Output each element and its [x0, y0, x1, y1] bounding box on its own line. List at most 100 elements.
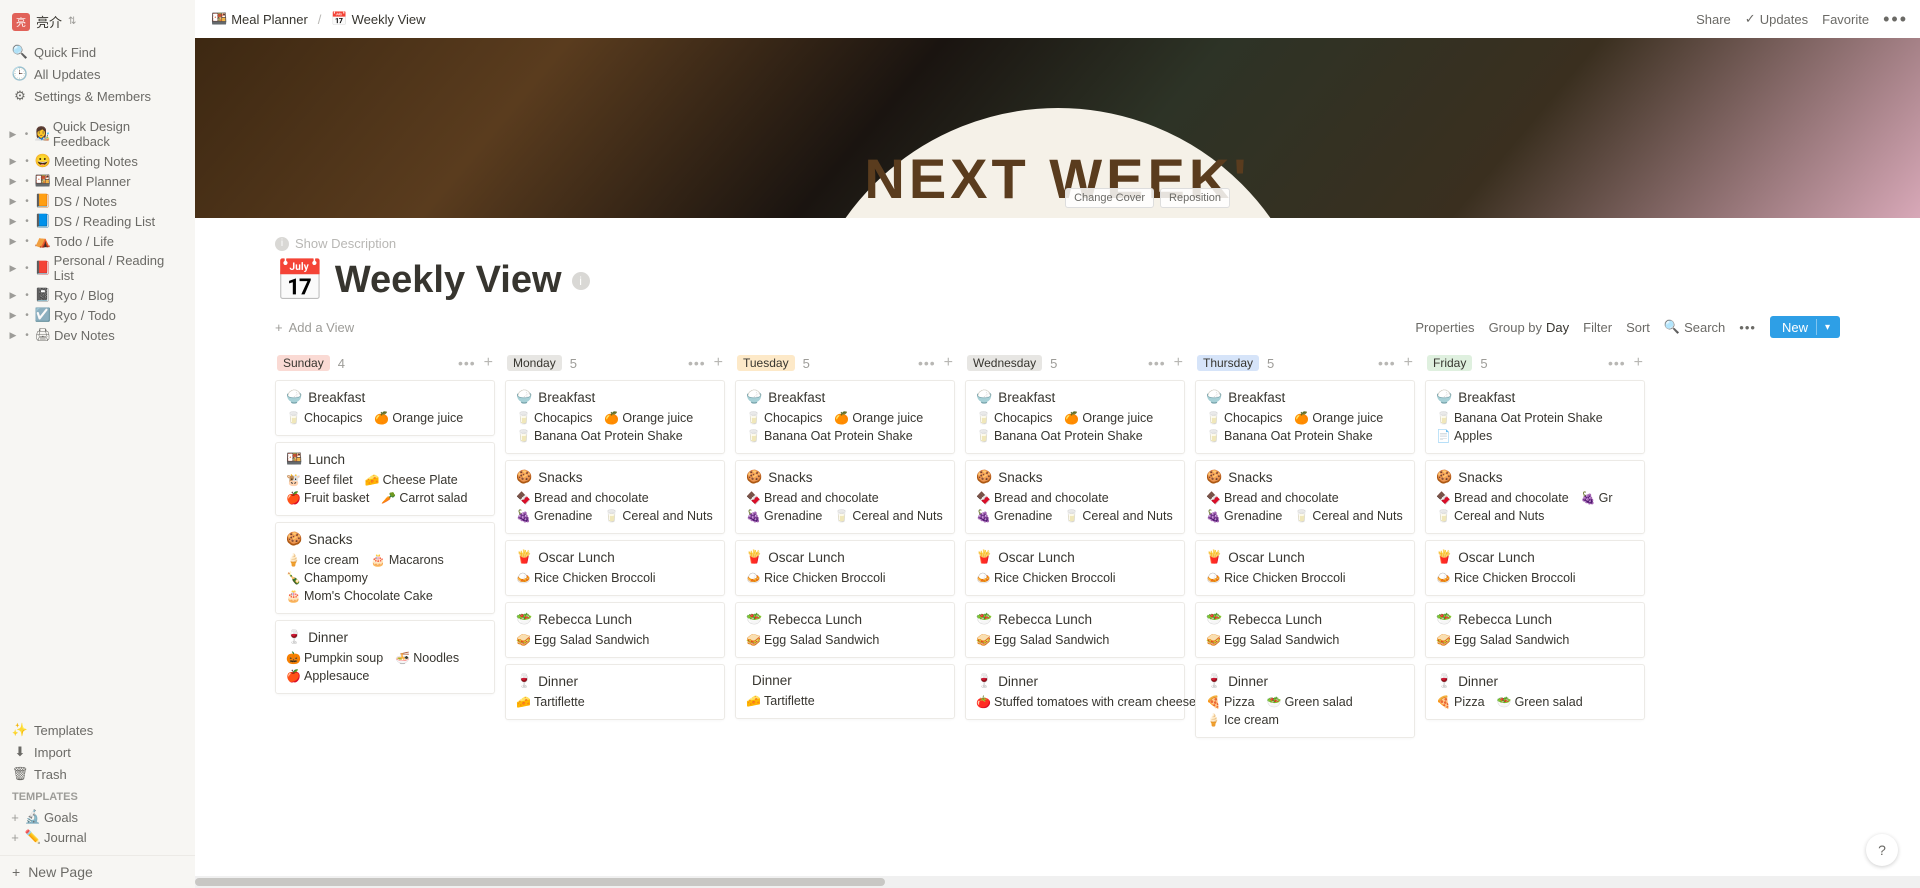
- breadcrumb-item[interactable]: 📅Weekly View: [327, 9, 429, 29]
- plus-icon[interactable]: +: [8, 810, 22, 825]
- show-description-button[interactable]: i Show Description: [275, 236, 1840, 251]
- board-card[interactable]: 🍚Breakfast🥛Chocapics🍊Orange juice🥛Banana…: [735, 380, 955, 454]
- sidebar-templates[interactable]: ✨Templates: [0, 719, 195, 741]
- board-card[interactable]: 🥗Rebecca Lunch🥪Egg Salad Sandwich: [965, 602, 1185, 658]
- cover-image[interactable]: NEXT WEEK' Change Cover Reposition: [195, 38, 1920, 218]
- help-button[interactable]: ?: [1866, 834, 1898, 866]
- board-card[interactable]: 🍪Snacks🍫Bread and chocolate🍇Grenadine🥛Ce…: [965, 460, 1185, 534]
- sidebar-page[interactable]: ▶•👩‍🎨Quick Design Feedback: [0, 117, 195, 151]
- add-card-button[interactable]: +: [714, 354, 723, 372]
- new-button[interactable]: New ▾: [1770, 316, 1840, 338]
- board-card[interactable]: 🍪Snacks🍫Bread and chocolate🍇Grenadine🥛Ce…: [735, 460, 955, 534]
- board-card[interactable]: 🍚Breakfast🥛Chocapics🍊Orange juice🥛Banana…: [965, 380, 1185, 454]
- board-card[interactable]: 🍷Dinner🎃Pumpkin soup🍜Noodles🍎Applesauce: [275, 620, 495, 694]
- new-page-button[interactable]: + New Page: [0, 855, 195, 888]
- sidebar-quick-find[interactable]: 🔍Quick Find: [0, 41, 195, 63]
- board-card[interactable]: 🍟Oscar Lunch🍛Rice Chicken Broccoli: [1425, 540, 1645, 596]
- caret-icon[interactable]: ▶: [6, 330, 20, 341]
- sidebar-page[interactable]: ▶•😀Meeting Notes: [0, 151, 195, 171]
- more-icon[interactable]: •••: [1148, 355, 1166, 371]
- caret-icon[interactable]: ▶: [6, 310, 20, 321]
- board-card[interactable]: 🍪Snacks🍫Bread and chocolate🍇Grenadine🥛Ce…: [505, 460, 725, 534]
- day-tag[interactable]: Sunday: [277, 355, 330, 371]
- board-card[interactable]: 🍱Lunch🐮Beef filet🧀Cheese Plate🍎Fruit bas…: [275, 442, 495, 516]
- board-card[interactable]: 🍚Breakfast🥛Chocapics🍊Orange juice: [275, 380, 495, 436]
- sidebar-template-page[interactable]: +🔬Goals: [0, 807, 195, 827]
- sidebar-import[interactable]: ⬇Import: [0, 741, 195, 763]
- more-icon[interactable]: •••: [1739, 320, 1756, 335]
- workspace-switcher[interactable]: 亮 亮介 ⇅: [0, 8, 195, 35]
- day-tag[interactable]: Wednesday: [967, 355, 1042, 371]
- page-icon[interactable]: 📅: [275, 257, 325, 304]
- board-card[interactable]: 🍚Breakfast🥛Chocapics🍊Orange juice🥛Banana…: [505, 380, 725, 454]
- caret-icon[interactable]: ▶: [6, 156, 20, 167]
- board-card[interactable]: 🍷Dinner🍅Stuffed tomatoes with cream chee…: [965, 664, 1185, 720]
- sidebar-page[interactable]: ▶•📘DS / Reading List: [0, 211, 195, 231]
- board-card[interactable]: 🍪Snacks🍦Ice cream🎂Macarons🍾Champomy🎂Mom'…: [275, 522, 495, 614]
- sidebar-page[interactable]: ▶•📕Personal / Reading List: [0, 251, 195, 285]
- board-card[interactable]: 🥗Rebecca Lunch🥪Egg Salad Sandwich: [1195, 602, 1415, 658]
- caret-icon[interactable]: ▶: [6, 176, 20, 187]
- board-card[interactable]: 🥗Rebecca Lunch🥪Egg Salad Sandwich: [735, 602, 955, 658]
- board-card[interactable]: 🥗Rebecca Lunch🥪Egg Salad Sandwich: [1425, 602, 1645, 658]
- sidebar-page[interactable]: ▶•📓Ryo / Blog: [0, 285, 195, 305]
- reposition-cover-button[interactable]: Reposition: [1160, 188, 1230, 208]
- more-icon[interactable]: •••: [688, 355, 706, 371]
- chevron-down-icon[interactable]: ▾: [1825, 322, 1836, 333]
- add-card-button[interactable]: +: [1634, 354, 1643, 372]
- page-title[interactable]: Weekly View: [335, 259, 562, 302]
- horizontal-scrollbar[interactable]: [195, 876, 1920, 888]
- filter-button[interactable]: Filter: [1583, 320, 1612, 335]
- caret-icon[interactable]: ▶: [6, 290, 20, 301]
- groupby-button[interactable]: Group by Day: [1489, 320, 1570, 335]
- sidebar-page[interactable]: ▶•🍱Meal Planner: [0, 171, 195, 191]
- properties-button[interactable]: Properties: [1415, 320, 1474, 335]
- more-icon[interactable]: •••: [1883, 9, 1908, 30]
- updates-button[interactable]: ✓Updates: [1745, 11, 1808, 27]
- caret-icon[interactable]: ▶: [6, 196, 20, 207]
- caret-icon[interactable]: ▶: [6, 236, 20, 247]
- sidebar-page[interactable]: ▶•⛺Todo / Life: [0, 231, 195, 251]
- more-icon[interactable]: •••: [458, 355, 476, 371]
- board-card[interactable]: 🍪Snacks🍫Bread and chocolate🍇Gr🥛Cereal an…: [1425, 460, 1645, 534]
- sidebar-template-page[interactable]: +✏️Journal: [0, 827, 195, 847]
- board-card[interactable]: 🍚Breakfast🥛Chocapics🍊Orange juice🥛Banana…: [1195, 380, 1415, 454]
- day-tag[interactable]: Monday: [507, 355, 562, 371]
- add-card-button[interactable]: +: [1404, 354, 1413, 372]
- sidebar-all-updates[interactable]: 🕒All Updates: [0, 63, 195, 85]
- caret-icon[interactable]: ▶: [6, 263, 20, 274]
- sort-button[interactable]: Sort: [1626, 320, 1650, 335]
- add-card-button[interactable]: +: [944, 354, 953, 372]
- board-card[interactable]: 🍷Dinner🍕Pizza🥗Green salad: [1425, 664, 1645, 720]
- day-tag[interactable]: Thursday: [1197, 355, 1259, 371]
- add-view-button[interactable]: + Add a View: [275, 320, 354, 335]
- share-button[interactable]: Share: [1696, 12, 1731, 27]
- more-icon[interactable]: •••: [1608, 355, 1626, 371]
- board-card[interactable]: 🍷Dinner🍕Pizza🥗Green salad🍦Ice cream: [1195, 664, 1415, 738]
- add-card-button[interactable]: +: [484, 354, 493, 372]
- sidebar-page[interactable]: ▶•📙DS / Notes: [0, 191, 195, 211]
- board-card[interactable]: 🍟Oscar Lunch🍛Rice Chicken Broccoli: [965, 540, 1185, 596]
- favorite-button[interactable]: Favorite: [1822, 12, 1869, 27]
- sidebar-settings-members[interactable]: ⚙Settings & Members: [0, 85, 195, 107]
- add-card-button[interactable]: +: [1174, 354, 1183, 372]
- board-card[interactable]: 🥗Rebecca Lunch🥪Egg Salad Sandwich: [505, 602, 725, 658]
- plus-icon[interactable]: +: [8, 830, 22, 845]
- sidebar-page[interactable]: ▶•☑️Ryo / Todo: [0, 305, 195, 325]
- board-card[interactable]: 🍟Oscar Lunch🍛Rice Chicken Broccoli: [735, 540, 955, 596]
- sidebar-trash[interactable]: 🗑Trash: [0, 763, 195, 785]
- breadcrumb-item[interactable]: 🍱Meal Planner: [207, 9, 312, 29]
- day-tag[interactable]: Tuesday: [737, 355, 795, 371]
- board-card[interactable]: 🍪Snacks🍫Bread and chocolate🍇Grenadine🥛Ce…: [1195, 460, 1415, 534]
- board-card[interactable]: 🍷Dinner🧀Tartiflette: [505, 664, 725, 720]
- board-card[interactable]: 🍚Breakfast🥛Banana Oat Protein Shake📄Appl…: [1425, 380, 1645, 454]
- sidebar-page[interactable]: ▶•🖨Dev Notes: [0, 325, 195, 345]
- board-card[interactable]: Dinner🧀Tartiflette: [735, 664, 955, 719]
- more-icon[interactable]: •••: [918, 355, 936, 371]
- scrollbar-thumb[interactable]: [195, 878, 885, 886]
- caret-icon[interactable]: ▶: [6, 216, 20, 227]
- caret-icon[interactable]: ▶: [6, 129, 20, 140]
- board-card[interactable]: 🍟Oscar Lunch🍛Rice Chicken Broccoli: [505, 540, 725, 596]
- search-button[interactable]: 🔍Search: [1664, 319, 1725, 335]
- day-tag[interactable]: Friday: [1427, 355, 1472, 371]
